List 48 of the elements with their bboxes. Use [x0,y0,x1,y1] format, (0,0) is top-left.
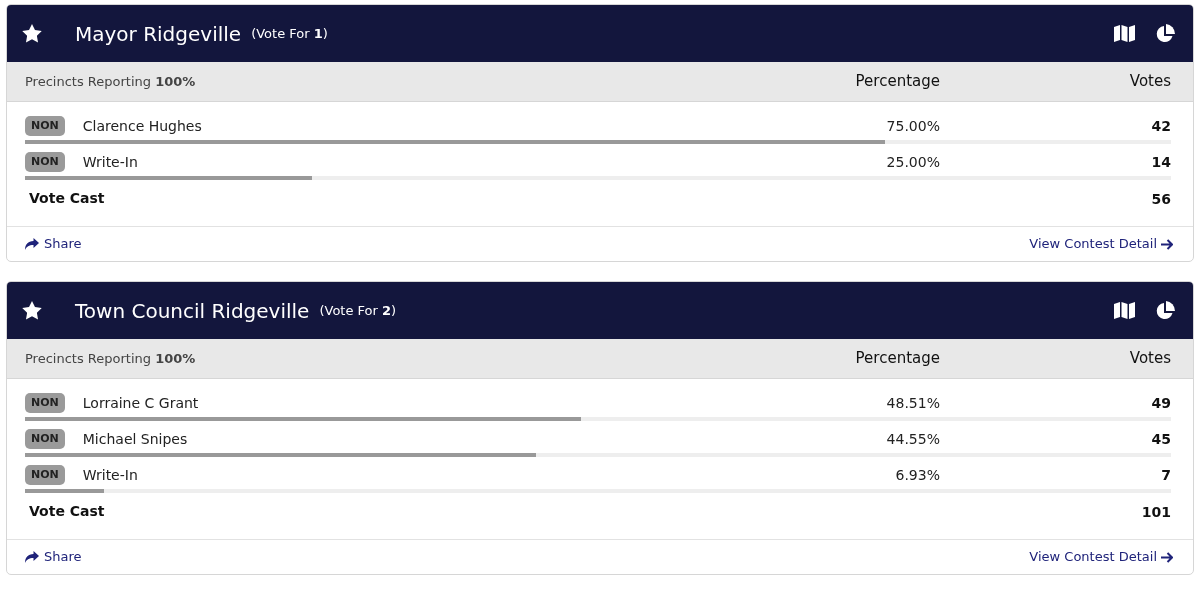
vote-for-label: (Vote For 1) [251,24,328,43]
star-icon[interactable] [22,24,42,43]
precincts-reporting: Precincts Reporting 100% [25,349,196,368]
party-badge: NON [25,428,65,450]
contest-detail-link[interactable]: View Contest Detail [1029,547,1173,567]
star-icon[interactable] [22,301,42,320]
percentage-heading: Percentage [854,348,940,370]
contest-detail-link[interactable]: View Contest Detail [1029,234,1173,254]
vote-count: 7 [1160,465,1171,485]
percentage: 44.55% [885,429,940,449]
vote-count: 14 [1150,152,1171,172]
vote-count: 42 [1150,116,1171,136]
arrow-right-icon[interactable] [1161,551,1173,563]
party-badge: NON [25,392,65,414]
arrow-right-icon[interactable] [1161,238,1173,250]
percentage: 75.00% [885,116,940,136]
candidate-name: Lorraine C Grant [82,393,199,413]
share-icon[interactable] [25,238,39,250]
candidate-name: Write-In [82,152,138,172]
pie-chart-icon[interactable] [1155,300,1175,321]
candidate-name: Write-In [82,465,138,485]
percentage: 48.51% [885,393,940,413]
share-link[interactable]: Share [25,234,82,254]
percentage: 25.00% [885,152,940,172]
party-badge: NON [25,464,65,486]
map-icon[interactable] [1114,25,1135,42]
total-votes: 56 [1151,190,1171,209]
vote-cast-label: Vote Cast [29,502,105,521]
contest-title: Mayor Ridgeville [75,20,242,48]
votes-heading: Votes [1128,348,1171,370]
vote-count: 49 [1150,393,1171,413]
percentage: 6.93% [894,465,940,485]
vote-cast-label: Vote Cast [29,189,105,208]
vote-for-label: (Vote For 2) [319,301,397,320]
vote-count: 45 [1150,429,1171,449]
candidate-name: Clarence Hughes [82,116,202,136]
party-badge: NON [25,151,65,173]
precincts-reporting: Precincts Reporting 100% [25,72,196,91]
candidate-name: Michael Snipes [82,429,188,449]
share-link[interactable]: Share [25,547,82,567]
total-votes: 101 [1141,503,1171,522]
share-icon[interactable] [25,551,39,563]
party-badge: NON [25,115,65,137]
votes-heading: Votes [1128,71,1171,93]
percentage-heading: Percentage [854,71,940,93]
contest-title: Town Council Ridgeville [75,297,310,325]
map-icon[interactable] [1114,302,1135,319]
pie-chart-icon[interactable] [1155,23,1175,44]
